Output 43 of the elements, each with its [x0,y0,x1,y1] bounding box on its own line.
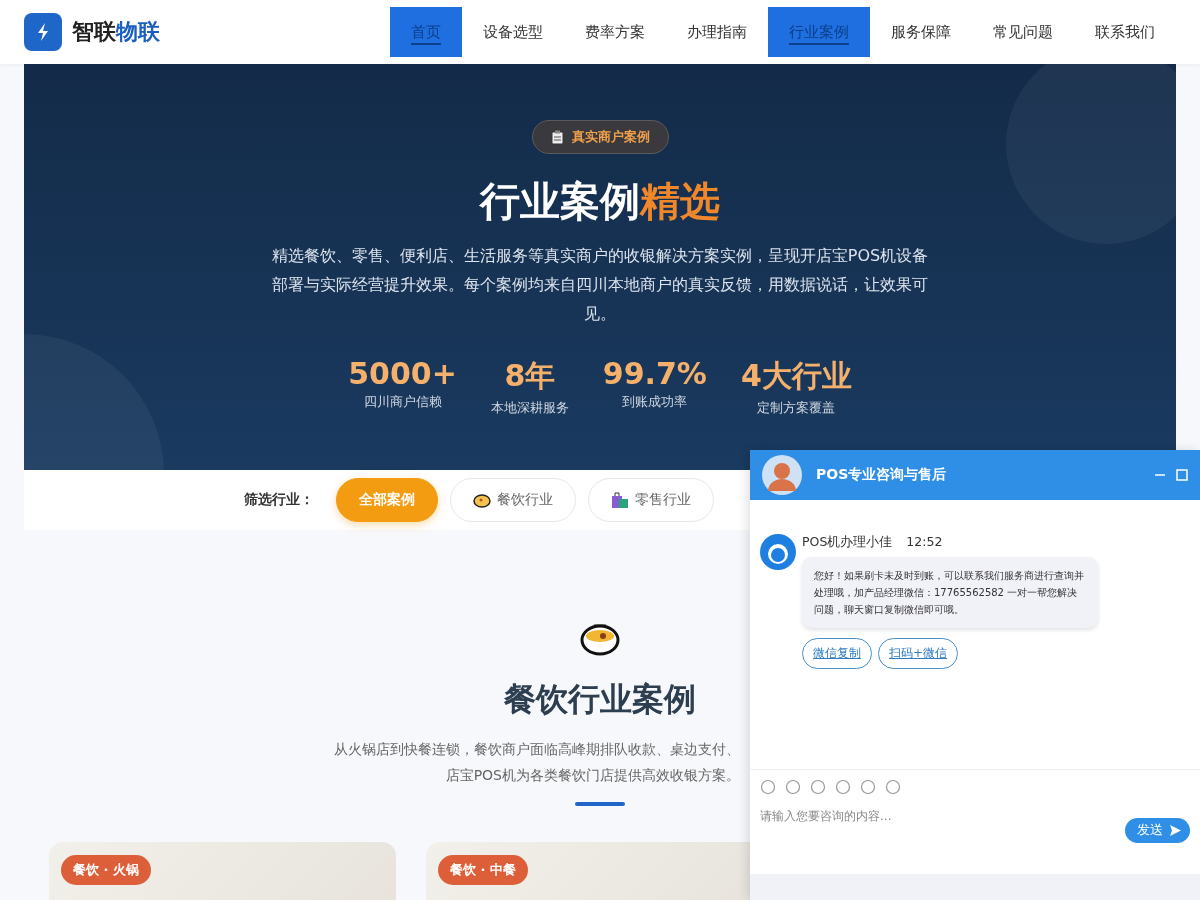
agent-avatar-icon [760,534,796,570]
stat-value: 8年 [504,357,556,395]
stat-label: 到账成功率 [622,393,688,411]
nav-link[interactable]: 服务保障 [870,7,972,57]
logo-icon [24,13,62,51]
stat-label: 定制方案覆盖 [757,399,836,417]
nav-link[interactable]: 办理指南 [666,7,768,57]
filter-label: 筛选行业： [244,491,314,509]
agent-name: POS机办理小佳 [802,534,893,551]
maximize-icon[interactable] [1176,469,1188,481]
section-description: 店宝POS机为各类餐饮门店提供高效收银方案。 [445,766,740,785]
stat-value: 5000+ [348,356,457,391]
bowl-icon [580,622,620,656]
stat-value: 99.7% [602,356,707,391]
avatar-icon [762,455,802,495]
stat-value: 4大行业 [740,357,852,395]
send-button[interactable]: 发送 [1125,818,1190,843]
section-description: 从火锅店到快餐连锁，餐饮商户面临高峰期排队收款、桌边支付、 [334,740,740,759]
stat-label: 四川商户信赖 [363,393,442,411]
logo-text: 智联物联 [72,18,160,46]
category-tag: 餐饮 · 火锅 [61,855,151,885]
clipboard-icon [550,129,564,145]
hero-description: 精选餐饮、零售、便利店、生活服务等真实商户的收银解决方案实例，呈现开店宝POS机设备部署与实际经营提升效果。每个案例均来自四川本地商户的真实反馈，用数据说话，让效果可见。 [270,245,930,325]
message-time: 12:52 [906,534,943,551]
title-underline [575,802,625,806]
hero-title: 行业案例精选 [480,177,720,226]
send-icon [1169,824,1182,837]
shopping-bag-icon [611,491,629,509]
chat-title: POS专业咨询与售后 [816,466,947,484]
nav-link[interactable]: 常见问题 [972,7,1074,57]
quick-reply-button[interactable]: 微信复制 [802,638,872,669]
nav-link[interactable]: 费率方案 [564,7,666,57]
quick-reply-button[interactable]: 扫码+微信 [878,638,959,669]
filter-chip[interactable]: 零售行业 [588,478,714,522]
bowl-icon [473,492,491,508]
message-bubble: 您好！如果刷卡未及时到账，可以联系我们服务商进行查询并处理哦，加产品经理微信：17765562582 一对一帮您解决问题，聊天窗口复制微信即可哦。 [802,557,1098,628]
nav-link[interactable]: 联系我们 [1074,7,1176,57]
filter-chip[interactable]: 餐饮行业 [450,478,576,522]
nav-link[interactable]: 设备选型 [462,7,564,57]
category-tag: 餐饮 · 中餐 [438,855,528,885]
stat-label: 本地深耕服务 [490,399,569,417]
section-title: 餐饮行业案例 [504,679,696,720]
hero-badge: 真实商户案例 [531,120,669,154]
